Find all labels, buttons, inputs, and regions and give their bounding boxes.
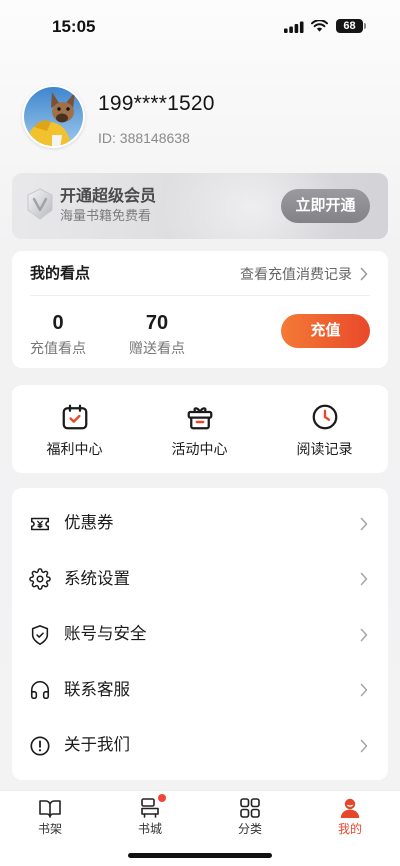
- user-id: ID: 388148638: [98, 130, 190, 146]
- bookshelf-icon: [39, 800, 61, 818]
- menu-item-label: 账号与安全: [64, 625, 147, 643]
- notification-dot: [158, 794, 166, 802]
- points-card: 我的看点 查看充值消费记录 0 充值看点 70 赠送看点 充值: [12, 251, 388, 368]
- vip-banner[interactable]: 开通超级会员 海量书籍免费看 立即开通: [12, 173, 388, 239]
- gift-points-value: 70: [145, 312, 169, 334]
- open-vip-button[interactable]: 立即开通: [281, 189, 370, 223]
- quick-action-welfare[interactable]: 福利中心: [12, 385, 137, 473]
- clock-icon: [312, 404, 337, 430]
- status-bar: 15:05 68: [0, 0, 400, 48]
- divider: [30, 295, 370, 296]
- menu-item-label: 优惠券: [64, 514, 114, 532]
- tab-label: 书架: [37, 822, 62, 836]
- settings-menu-card: 优惠券 系统设置 账号与安全 联系客服 关于我们: [12, 488, 388, 780]
- quick-action-label: 活动中心: [171, 441, 228, 457]
- recharge-button[interactable]: 充值: [281, 314, 370, 348]
- menu-item-label: 联系客服: [64, 680, 130, 699]
- chevron-right-icon: [360, 628, 368, 642]
- gift-icon: [187, 407, 212, 430]
- quick-actions-card: 福利中心 活动中心 阅读记录: [12, 385, 388, 473]
- chevron-right-icon: [360, 739, 368, 753]
- status-time: 15:05: [52, 17, 96, 36]
- chevron-right-icon: [360, 517, 368, 531]
- quick-action-label: 福利中心: [46, 441, 103, 457]
- records-link[interactable]: 查看充值消费记录: [240, 263, 352, 285]
- info-icon: [30, 736, 50, 756]
- profile-icon: [340, 798, 360, 818]
- cellular-signal-icon: [284, 21, 304, 33]
- home-indicator[interactable]: [128, 853, 272, 858]
- avatar[interactable]: [22, 85, 85, 148]
- quick-action-history[interactable]: 阅读记录: [262, 385, 387, 473]
- quick-action-label: 阅读记录: [296, 441, 353, 457]
- menu-item-about-us[interactable]: 关于我们: [12, 718, 388, 774]
- shield-check-icon: [31, 624, 49, 645]
- gear-icon: [29, 568, 51, 591]
- tab-bookshelf[interactable]: 书架: [0, 791, 100, 851]
- menu-item-coupons[interactable]: 优惠券: [12, 496, 388, 552]
- wifi-icon: [311, 20, 328, 32]
- tab-label: 分类: [237, 822, 262, 836]
- chevron-right-icon: [360, 683, 368, 697]
- user-phone: 199****1520: [98, 92, 215, 115]
- vip-shield-icon: [27, 188, 53, 220]
- category-icon: [240, 798, 260, 818]
- tab-category[interactable]: 分类: [200, 791, 300, 851]
- tab-label: 我的: [337, 822, 362, 836]
- menu-item-label: 系统设置: [64, 569, 130, 588]
- tab-profile[interactable]: 我的: [300, 791, 400, 851]
- coupon-icon: [30, 517, 50, 531]
- menu-item-settings[interactable]: 系统设置: [12, 552, 388, 608]
- recharge-points-label: 充值看点: [30, 340, 86, 356]
- battery-icon: [364, 23, 366, 29]
- menu-item-label: 关于我们: [64, 736, 130, 754]
- quick-action-events[interactable]: 活动中心: [137, 385, 262, 473]
- points-title: 我的看点: [30, 265, 91, 282]
- menu-item-account-security[interactable]: 账号与安全: [12, 607, 388, 663]
- menu-list: 优惠券 系统设置 账号与安全 联系客服 关于我们: [12, 496, 388, 774]
- tab-label: 书城: [137, 822, 162, 836]
- battery-level: 68: [336, 19, 363, 33]
- vip-subtitle: 海量书籍免费看: [60, 208, 152, 223]
- chevron-right-icon[interactable]: [360, 267, 368, 281]
- menu-item-customer-service[interactable]: 联系客服: [12, 663, 388, 719]
- gift-points-label: 赠送看点: [129, 340, 185, 356]
- headphones-icon: [30, 681, 50, 700]
- avatar-image: [22, 85, 85, 148]
- recharge-points-value: 0: [52, 312, 64, 334]
- tab-bookstore[interactable]: 书城: [100, 791, 200, 851]
- chevron-right-icon: [360, 572, 368, 586]
- calendar-check-icon: [62, 404, 87, 430]
- vip-title: 开通超级会员: [60, 188, 157, 205]
